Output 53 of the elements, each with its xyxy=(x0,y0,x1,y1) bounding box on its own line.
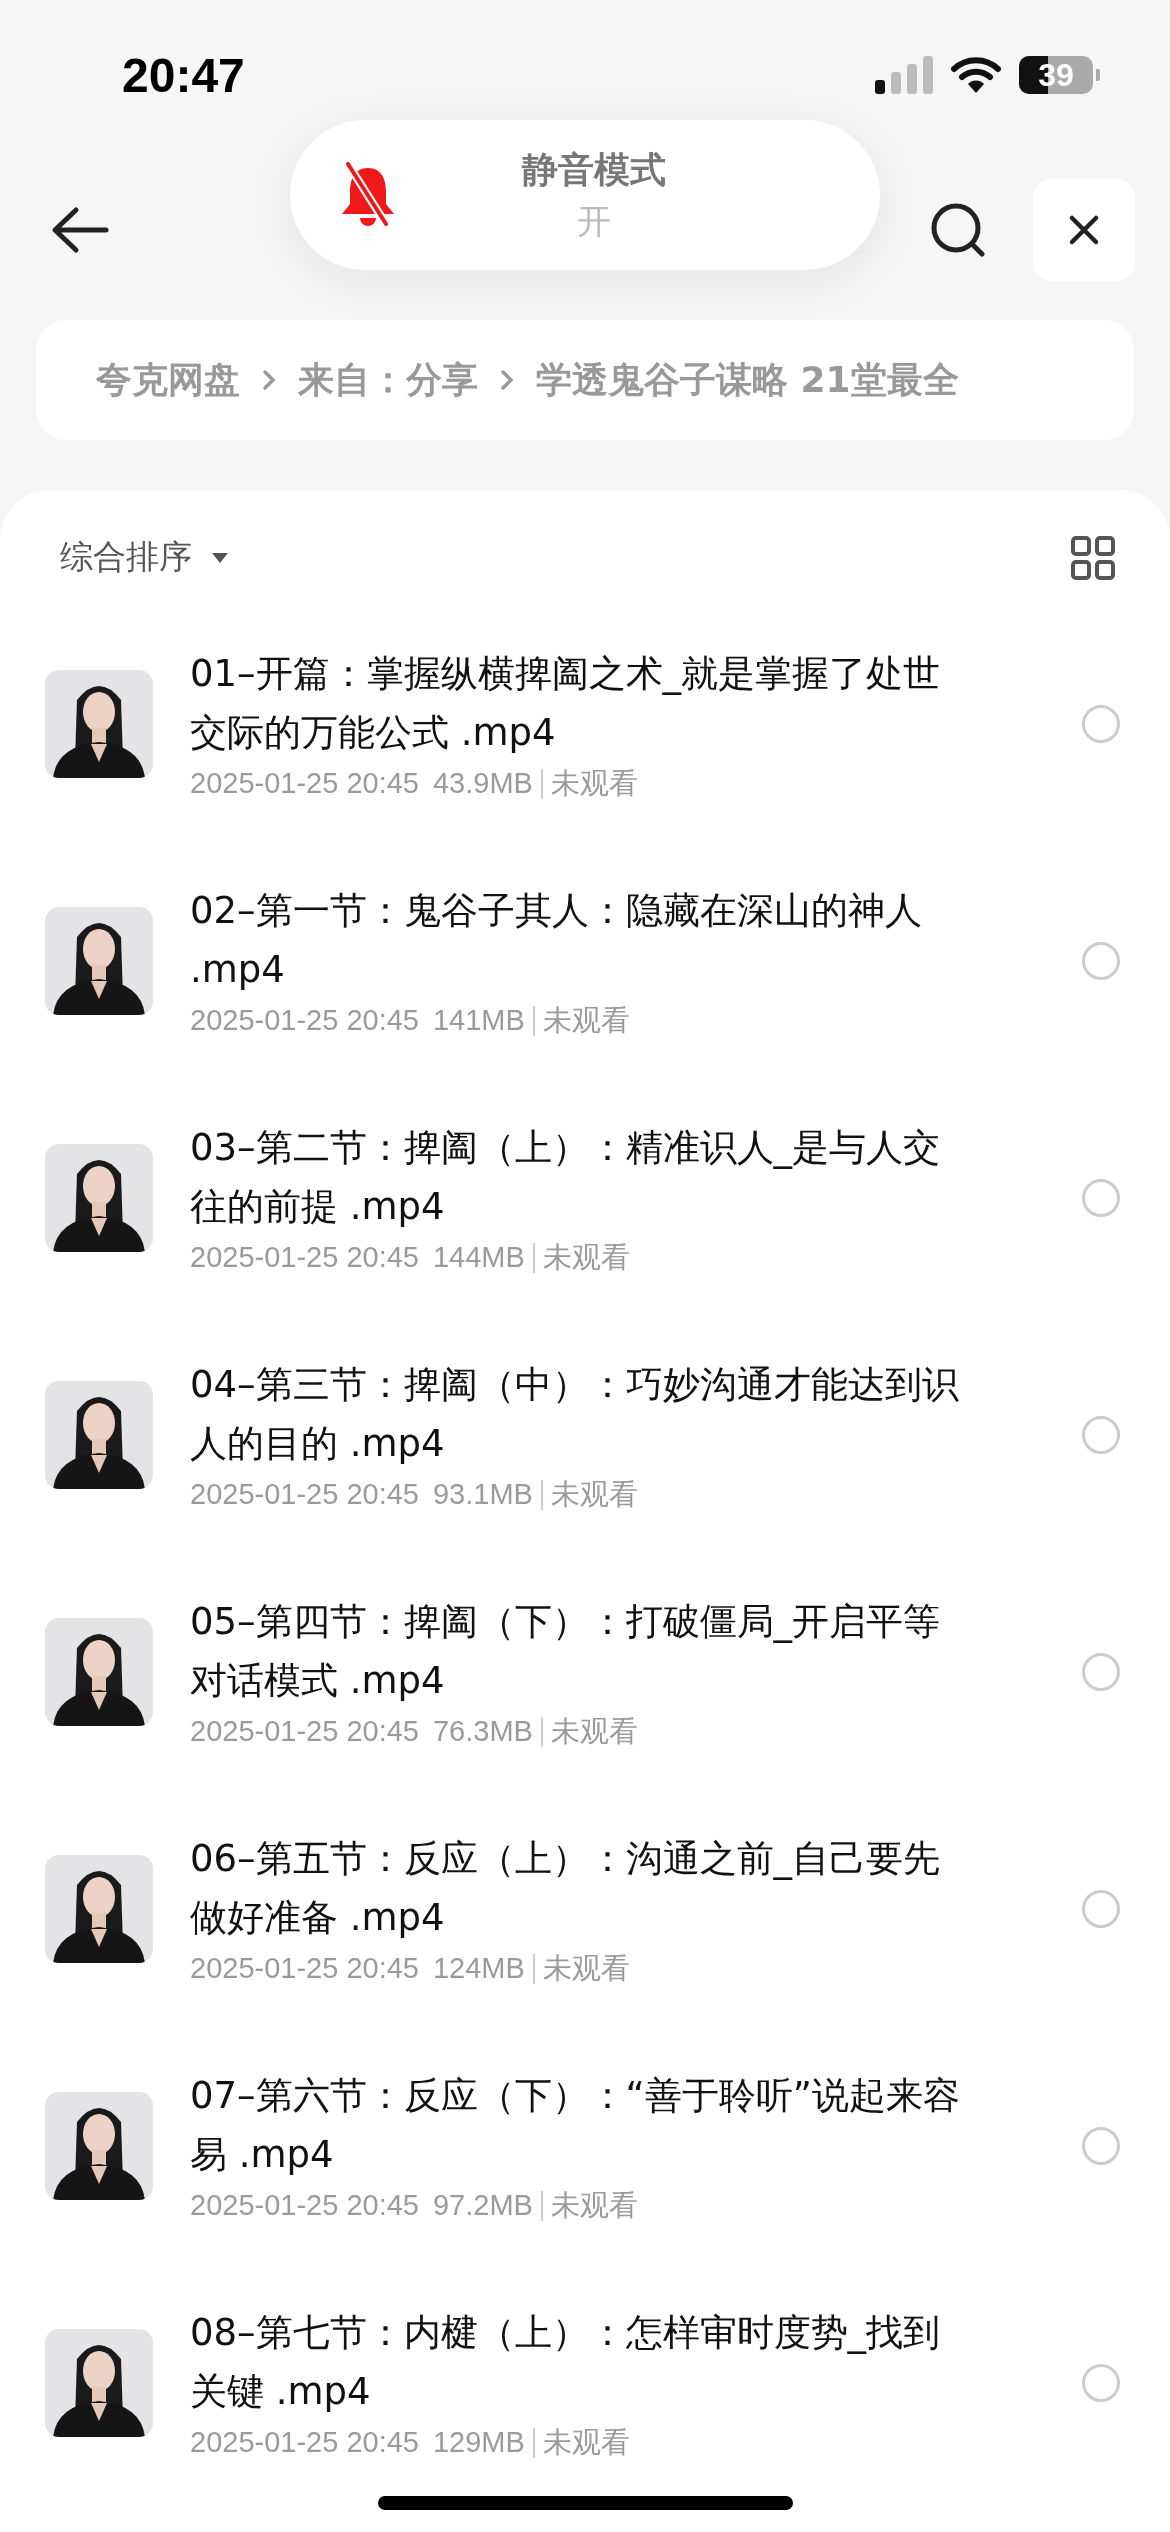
caret-icon xyxy=(210,550,230,565)
banner-status: 开 xyxy=(577,199,611,243)
watch-status: 未观看 xyxy=(550,765,638,801)
select-radio[interactable] xyxy=(1082,2126,1120,2165)
watch-status: 未观看 xyxy=(542,2424,630,2460)
file-name[interactable]: 08–第七节：内楗（上）：怎样审时度势_找到关键 .mp4 xyxy=(190,2302,960,2421)
signal-icon xyxy=(875,56,933,94)
chevron-icon xyxy=(262,369,276,391)
file-size: 129MB xyxy=(433,2426,525,2459)
file-date: 2025-01-25 20:45 xyxy=(190,1952,419,1985)
select-radio[interactable] xyxy=(1082,2363,1120,2402)
file-date: 2025-01-25 20:45 xyxy=(190,2426,419,2459)
file-size: 144MB xyxy=(433,1241,525,1274)
file-name[interactable]: 07–第六节：反应（下）：“善于聆听”说起来容易 .mp4 xyxy=(190,2065,960,2184)
status-time: 20:47 xyxy=(122,47,245,103)
watch-status: 未观看 xyxy=(542,1950,630,1986)
watch-status: 未观看 xyxy=(542,1239,630,1275)
file-name[interactable]: 03–第二节：捭阖（上）：精准识人_是与人交往的前提 .mp4 xyxy=(190,1117,960,1236)
wifi-icon xyxy=(951,56,1001,94)
file-date: 2025-01-25 20:45 xyxy=(190,1715,419,1748)
select-radio[interactable] xyxy=(1082,1178,1120,1217)
file-size: 124MB xyxy=(433,1952,525,1985)
file-size: 93.1MB xyxy=(433,1478,533,1511)
file-name[interactable]: 04–第三节：捭阖（中）：巧妙沟通才能达到识人的目的 .mp4 xyxy=(190,1354,960,1473)
file-size: 76.3MB xyxy=(433,1715,533,1748)
file-date: 2025-01-25 20:45 xyxy=(190,767,419,800)
watch-status: 未观看 xyxy=(550,1713,638,1749)
file-date: 2025-01-25 20:45 xyxy=(190,1478,419,1511)
watch-status: 未观看 xyxy=(550,1476,638,1512)
select-radio[interactable] xyxy=(1082,704,1120,743)
file-size: 141MB xyxy=(433,1004,525,1037)
grid-view-icon[interactable] xyxy=(1070,534,1116,581)
select-radio[interactable] xyxy=(1082,941,1120,980)
watch-status: 未观看 xyxy=(550,2187,638,2223)
back-icon[interactable] xyxy=(50,205,110,255)
chevron-icon xyxy=(500,369,514,391)
file-name[interactable]: 05–第四节：捭阖（下）：打破僵局_开启平等对话模式 .mp4 xyxy=(190,1591,960,1710)
file-size: 97.2MB xyxy=(433,2189,533,2222)
close-icon xyxy=(1068,214,1100,246)
select-radio[interactable] xyxy=(1082,1652,1120,1691)
select-radio[interactable] xyxy=(1082,1415,1120,1454)
file-name[interactable]: 02–第一节：鬼谷子其人：隐藏在深山的神人 .mp4 xyxy=(190,880,960,999)
file-date: 2025-01-25 20:45 xyxy=(190,2189,419,2222)
select-radio[interactable] xyxy=(1082,1889,1120,1928)
file-date: 2025-01-25 20:45 xyxy=(190,1004,419,1037)
file-name[interactable]: 01–开篇：掌握纵横捭阖之术_就是掌握了处世交际的万能公式 .mp4 xyxy=(190,643,960,762)
sort-dropdown[interactable]: 综合排序 xyxy=(60,535,230,580)
file-name[interactable]: 06–第五节：反应（上）：沟通之前_自己要先做好准备 .mp4 xyxy=(190,1828,960,1947)
close-button[interactable] xyxy=(1033,179,1135,281)
watch-status: 未观看 xyxy=(542,1002,630,1038)
banner-title: 静音模式 xyxy=(522,147,666,192)
file-date: 2025-01-25 20:45 xyxy=(190,1241,419,1274)
file-size: 43.9MB xyxy=(433,767,533,800)
